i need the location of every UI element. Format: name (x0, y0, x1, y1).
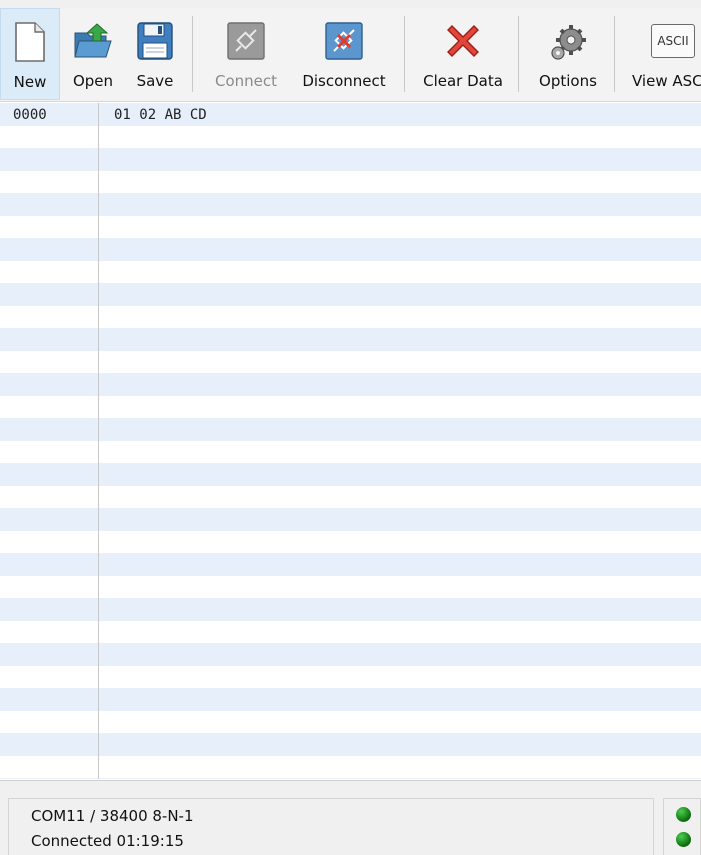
clear-data-button[interactable]: Clear Data (416, 8, 510, 100)
table-row (0, 530, 701, 553)
open-button[interactable]: Open (66, 8, 120, 100)
save-button-label: Save (136, 72, 174, 90)
table-row (0, 125, 701, 148)
status-led-icon (676, 832, 691, 847)
table-row (0, 710, 701, 733)
table-row (0, 575, 701, 598)
table-row (0, 598, 701, 621)
connect-button-label: Connect (214, 72, 278, 90)
toolbar: New Open Save Connect Disconnect Clear D… (0, 8, 701, 102)
table-row (0, 215, 701, 238)
status-bar: COM11 / 38400 8-N-1 Connected 01:19:15 (0, 780, 701, 855)
status-led-icon (676, 807, 691, 822)
table-row (0, 508, 701, 531)
hex-data-view[interactable]: 0000 01 02 AB CD (0, 103, 701, 779)
data-rows (0, 103, 701, 779)
row-address: 0000 (13, 107, 47, 123)
port-settings-text: COM11 / 38400 8-N-1 (31, 807, 194, 825)
gears-icon (547, 8, 589, 68)
table-row (0, 328, 701, 351)
table-row (0, 643, 701, 666)
table-row (0, 305, 701, 328)
status-panel: COM11 / 38400 8-N-1 Connected 01:19:15 (8, 798, 654, 855)
new-button-label: New (13, 73, 47, 91)
table-row (0, 553, 701, 576)
table-row (0, 193, 701, 216)
plug-disconnect-icon (324, 8, 364, 68)
table-row (0, 733, 701, 756)
new-document-icon (13, 9, 47, 69)
disconnect-button[interactable]: Disconnect (294, 8, 394, 100)
row-bytes: 01 02 AB CD (114, 107, 207, 123)
open-button-label: Open (72, 72, 114, 90)
table-row (0, 395, 701, 418)
plug-connect-icon (226, 8, 266, 68)
table-row (0, 260, 701, 283)
table-row (0, 755, 701, 778)
table-row (0, 463, 701, 486)
table-row (0, 373, 701, 396)
table-row (0, 418, 701, 441)
address-column-divider (98, 103, 99, 779)
view-ascii-button-label: View ASC (632, 72, 701, 90)
options-button-label: Options (539, 72, 597, 90)
table-row (0, 778, 701, 779)
disconnect-button-label: Disconnect (302, 72, 386, 90)
table-row (0, 620, 701, 643)
floppy-disk-icon (136, 8, 174, 68)
table-row (0, 665, 701, 688)
connect-button[interactable]: Connect (206, 8, 286, 100)
table-row (0, 485, 701, 508)
table-row (0, 283, 701, 306)
toolbar-separator (192, 16, 193, 92)
toolbar-separator (614, 16, 615, 92)
connection-status-text: Connected 01:19:15 (31, 832, 184, 850)
ascii-icon: ASCII (624, 8, 695, 68)
table-row (0, 440, 701, 463)
table-row (0, 238, 701, 261)
save-button[interactable]: Save (128, 8, 182, 100)
open-folder-icon (73, 8, 113, 68)
toolbar-separator (518, 16, 519, 92)
menu-bar-remnant (0, 0, 701, 8)
new-button[interactable]: New (0, 8, 60, 100)
led-panel (663, 798, 701, 855)
table-row (0, 148, 701, 171)
table-row (0, 170, 701, 193)
toolbar-separator (404, 16, 405, 92)
red-x-icon (442, 8, 484, 68)
table-row (0, 688, 701, 711)
table-row (0, 103, 701, 126)
table-row (0, 350, 701, 373)
view-ascii-button[interactable]: ASCII View ASC (624, 8, 701, 100)
options-button[interactable]: Options (530, 8, 606, 100)
clear-data-button-label: Clear Data (423, 72, 503, 90)
